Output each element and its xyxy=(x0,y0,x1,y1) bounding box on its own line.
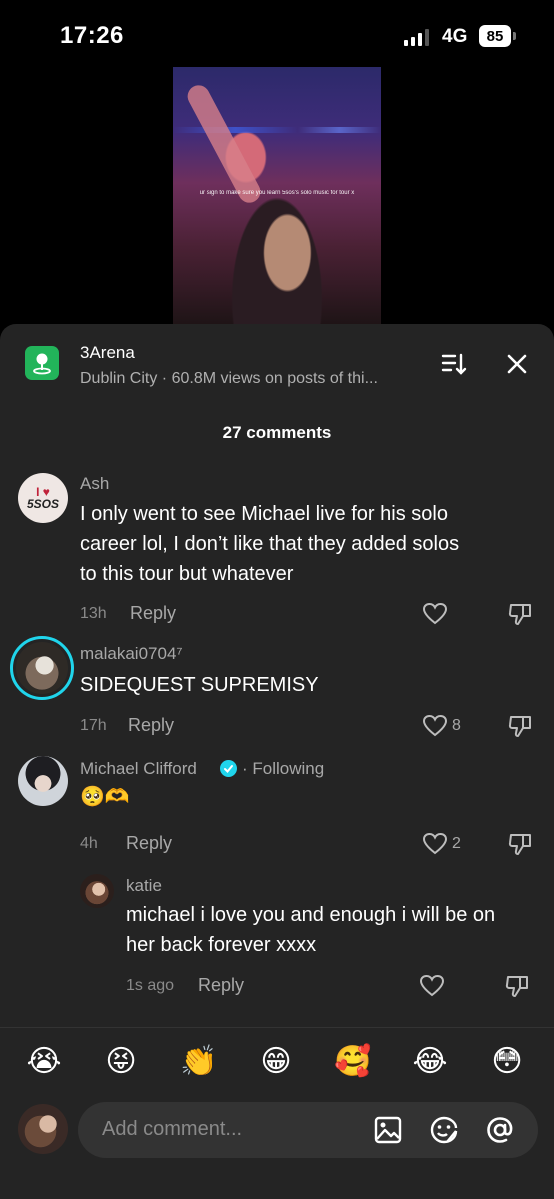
sort-icon[interactable] xyxy=(440,350,468,378)
comment-item: I ♥ 5SOS Ash I only went to see Michael … xyxy=(0,469,554,629)
location-title[interactable]: 3Arena xyxy=(80,343,135,363)
comments-sheet: 3Arena Dublin City · 60.8M views on post… xyxy=(0,324,554,1199)
reply-button[interactable]: Reply xyxy=(126,833,172,854)
video-preview[interactable]: ur sign to make sure you learn 5sos's so… xyxy=(173,67,381,325)
comment-input-placeholder: Add comment... xyxy=(102,1118,243,1140)
emoji-button[interactable]: 😂 xyxy=(410,1042,450,1082)
comment-text-line: career lol, I don’t like that they added… xyxy=(80,533,460,555)
comment-item: malakai0704⁷ SIDEQUEST SUPREMISY 17h Rep… xyxy=(0,636,554,746)
comment-time: 13h xyxy=(80,605,107,622)
comment-username[interactable]: Michael Clifford xyxy=(80,759,197,779)
comment-text-line: michael i love you and enough i will be … xyxy=(126,904,496,926)
reply-item: katie michael i love you and enough i wi… xyxy=(0,872,554,1002)
emoji-button[interactable]: 🥰 xyxy=(333,1042,373,1082)
video-figure xyxy=(183,81,265,207)
comment-time: 4h xyxy=(80,835,98,852)
image-icon[interactable] xyxy=(372,1114,404,1146)
reply-button[interactable]: Reply xyxy=(198,975,244,996)
my-avatar[interactable] xyxy=(18,1104,68,1154)
comment-username[interactable]: katie xyxy=(126,876,162,896)
comment-username[interactable]: Ash xyxy=(80,474,109,494)
comment-text-line: I only went to see Michael live for his … xyxy=(80,503,448,525)
location-subtitle: Dublin City · 60.8M views on posts of th… xyxy=(80,370,378,387)
reply-button[interactable]: Reply xyxy=(128,715,174,736)
battery-cap xyxy=(513,32,516,40)
avatar-shirt-text: 5SOS xyxy=(26,496,59,511)
comment-item: Michael Clifford · Following 🥺🫶 4h Reply… xyxy=(0,754,554,864)
reply-button[interactable]: Reply xyxy=(130,603,176,624)
emoji-button[interactable]: 😝 xyxy=(101,1042,141,1082)
status-time: 17:26 xyxy=(60,22,124,49)
dislike-icon[interactable] xyxy=(504,973,530,999)
location-pin-icon[interactable] xyxy=(25,346,59,380)
comment-text-line: her back forever xxxx xyxy=(126,934,317,956)
comment-text-line: 🥺🫶 xyxy=(80,786,130,808)
verified-icon xyxy=(220,760,237,777)
avatar[interactable] xyxy=(10,636,74,700)
heart-icon[interactable] xyxy=(419,974,445,998)
status-bar: 17:26 4G 85 xyxy=(0,0,554,70)
avatar[interactable]: I ♥ 5SOS xyxy=(18,473,68,523)
comment-input[interactable]: Add comment... xyxy=(78,1102,538,1158)
like-count: 2 xyxy=(452,835,461,852)
avatar-image xyxy=(16,642,68,694)
comment-username[interactable]: malakai0704⁷ xyxy=(80,644,183,664)
avatar[interactable] xyxy=(18,756,68,806)
comment-count: 27 comments xyxy=(222,423,332,442)
close-icon[interactable] xyxy=(503,350,531,378)
battery-icon: 85 xyxy=(479,25,511,47)
divider xyxy=(0,1027,554,1028)
comment-text-line: to this tour but whatever xyxy=(80,563,294,585)
network-type: 4G xyxy=(442,26,468,47)
comment-time: 1s ago xyxy=(126,977,175,994)
following-label: · Following xyxy=(242,759,325,778)
emoji-button[interactable]: 😁 xyxy=(256,1042,296,1082)
sticker-icon[interactable] xyxy=(428,1114,460,1146)
avatar-heart-icon: I ♥ xyxy=(36,484,50,499)
comment-text-line: SIDEQUEST SUPREMISY xyxy=(80,674,319,696)
heart-icon[interactable] xyxy=(422,832,448,856)
dislike-icon[interactable] xyxy=(507,601,533,627)
comment-time: 17h xyxy=(80,717,107,734)
emoji-bar: 😭 😝 👏 😁 🥰 😂 😳 xyxy=(0,1042,554,1086)
dislike-icon[interactable] xyxy=(507,831,533,857)
mention-icon[interactable] xyxy=(484,1114,516,1146)
heart-icon[interactable] xyxy=(422,602,448,626)
emoji-button[interactable]: 😳 xyxy=(487,1042,527,1082)
dislike-icon[interactable] xyxy=(507,713,533,739)
like-count: 8 xyxy=(452,717,461,734)
avatar[interactable] xyxy=(80,874,114,908)
emoji-button[interactable]: 👏 xyxy=(179,1042,219,1082)
video-caption: ur sign to make sure you learn 5sos's so… xyxy=(199,190,355,196)
emoji-button[interactable]: 😭 xyxy=(24,1042,64,1082)
signal-icon xyxy=(404,28,429,46)
heart-icon[interactable] xyxy=(422,714,448,738)
